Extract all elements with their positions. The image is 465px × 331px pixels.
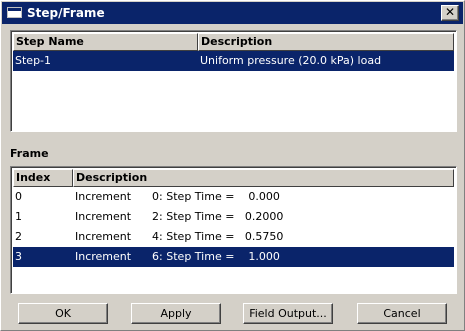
field-output-button[interactable]: Field Output... bbox=[243, 303, 333, 324]
frame-description-cell: Increment 0: Step Time = 0.000 bbox=[75, 190, 280, 203]
column-header-description[interactable]: Description bbox=[198, 33, 454, 51]
frame-index-cell: 0 bbox=[15, 190, 22, 203]
step-list-header: Step Name Description bbox=[13, 33, 454, 51]
frame-row[interactable]: 2 Increment 4: Step Time = 0.5750 bbox=[13, 227, 454, 247]
frame-row[interactable]: 1 Increment 2: Step Time = 0.2000 bbox=[13, 207, 454, 227]
frame-list[interactable]: Index Description 0 Increment 0: Step Ti… bbox=[10, 166, 457, 294]
frame-index-cell: 3 bbox=[15, 250, 22, 263]
frame-index-cell: 2 bbox=[15, 230, 22, 243]
step-frame-dialog: Step/Frame ✕ Step Name Description Step-… bbox=[0, 0, 465, 331]
frame-section-label: Frame bbox=[10, 147, 49, 160]
close-button[interactable]: ✕ bbox=[441, 5, 459, 21]
title-bar[interactable]: Step/Frame ✕ bbox=[2, 2, 463, 24]
frame-row[interactable]: 0 Increment 0: Step Time = 0.000 bbox=[13, 187, 454, 207]
apply-button[interactable]: Apply bbox=[131, 303, 221, 324]
step-row[interactable]: Step-1 Uniform pressure (20.0 kPa) load bbox=[13, 51, 454, 71]
column-header-step-name[interactable]: Step Name bbox=[13, 33, 198, 51]
step-list[interactable]: Step Name Description Step-1 Uniform pre… bbox=[10, 30, 457, 132]
step-description-cell: Uniform pressure (20.0 kPa) load bbox=[200, 54, 382, 67]
frame-description-cell: Increment 6: Step Time = 1.000 bbox=[75, 250, 280, 263]
column-header-index[interactable]: Index bbox=[13, 169, 73, 187]
frame-description-cell: Increment 4: Step Time = 0.5750 bbox=[75, 230, 284, 243]
step-name-cell: Step-1 bbox=[15, 54, 52, 67]
column-header-description[interactable]: Description bbox=[73, 169, 454, 187]
cancel-button[interactable]: Cancel bbox=[357, 303, 447, 324]
frame-list-header: Index Description bbox=[13, 169, 454, 187]
window-title: Step/Frame bbox=[27, 6, 105, 20]
window-icon bbox=[7, 7, 22, 18]
frame-description-cell: Increment 2: Step Time = 0.2000 bbox=[75, 210, 284, 223]
ok-button[interactable]: OK bbox=[18, 303, 108, 324]
frame-index-cell: 1 bbox=[15, 210, 22, 223]
frame-row[interactable]: 3 Increment 6: Step Time = 1.000 bbox=[13, 247, 454, 267]
